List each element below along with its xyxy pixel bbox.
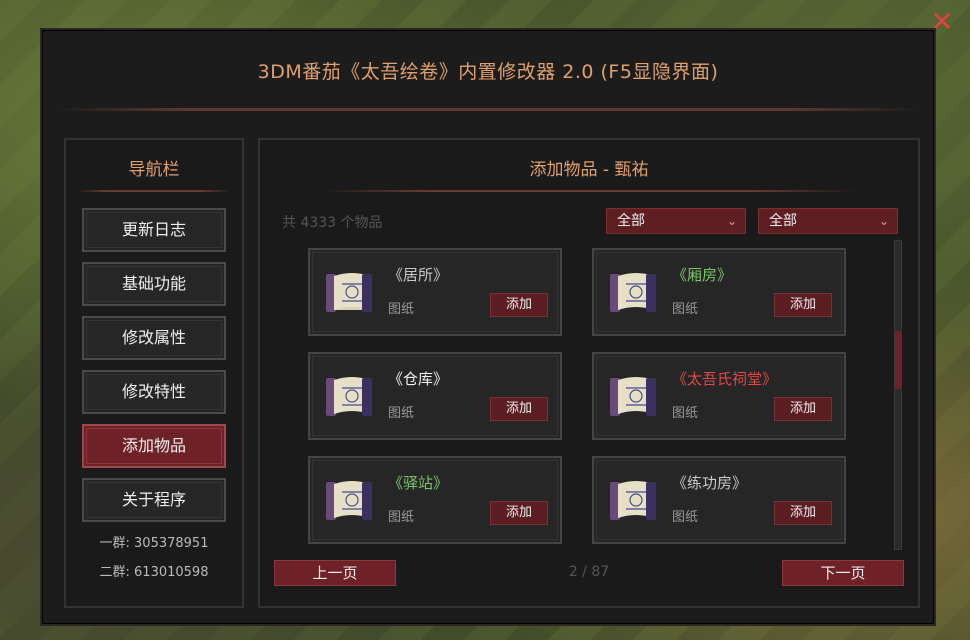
nav-item-basic[interactable]: 基础功能	[82, 262, 226, 306]
filter-toolbar: 共 4333 个物品 全部 ⌄ 全部 ⌄	[282, 208, 900, 234]
item-scrollbar[interactable]	[894, 240, 902, 550]
item-name: 《驿站》	[388, 474, 449, 492]
nav-item-about[interactable]: 关于程序	[82, 478, 226, 522]
item-type: 图纸	[388, 406, 415, 421]
scroll-icon	[610, 273, 656, 312]
add-button[interactable]: 添加	[490, 293, 548, 317]
main-divider	[320, 190, 858, 192]
main-panel: 添加物品 - 甄祐 共 4333 个物品 全部 ⌄ 全部 ⌄ 《居所》 图纸 添…	[258, 138, 920, 608]
item-card: 《厢房》 图纸 添加	[592, 248, 846, 336]
item-name: 《仓库》	[388, 370, 449, 388]
nav-item-add-items[interactable]: 添加物品	[82, 424, 226, 468]
scroll-icon	[610, 377, 656, 416]
next-page-button[interactable]: 下一页	[782, 560, 904, 586]
chevron-down-icon: ⌄	[726, 214, 737, 228]
nav-item-traits[interactable]: 修改特性	[82, 370, 226, 414]
group-1-text: 一群: 305378951	[99, 536, 209, 551]
nav-item-attributes[interactable]: 修改属性	[82, 316, 226, 360]
item-type: 图纸	[672, 510, 699, 525]
item-type: 图纸	[388, 510, 415, 525]
nav-panel: 导航栏 更新日志 基础功能 修改属性 修改特性 添加物品 关于程序 一群: 30…	[64, 138, 244, 608]
item-card: 《仓库》 图纸 添加	[308, 352, 562, 440]
filter-2-value: 全部	[769, 213, 797, 229]
item-card: 《太吾氏祠堂》 图纸 添加	[592, 352, 846, 440]
item-type: 图纸	[672, 406, 699, 421]
scroll-icon	[326, 273, 372, 312]
scroll-icon	[326, 481, 372, 520]
scrollbar-thumb[interactable]	[895, 331, 901, 389]
pagination: 上一页 2 / 87 下一页	[274, 560, 904, 588]
item-name: 《居所》	[388, 266, 449, 284]
item-name: 《厢房》	[672, 266, 733, 284]
main-title: 添加物品 - 甄祐	[529, 160, 649, 180]
add-button[interactable]: 添加	[774, 397, 832, 421]
scroll-icon	[326, 377, 372, 416]
group-2-text: 二群: 613010598	[99, 565, 209, 580]
item-type: 图纸	[388, 302, 415, 317]
item-card: 《居所》 图纸 添加	[308, 248, 562, 336]
item-count: 共 4333 个物品	[282, 215, 383, 231]
filter-select-2[interactable]: 全部 ⌄	[758, 208, 898, 234]
window-title: 3DM番茄《太吾绘卷》内置修改器 2.0 (F5显隐界面)	[257, 60, 719, 83]
scroll-icon	[610, 481, 656, 520]
item-name: 《太吾氏祠堂》	[672, 370, 778, 388]
nav-item-changelog[interactable]: 更新日志	[82, 208, 226, 252]
chevron-down-icon: ⌄	[878, 214, 889, 228]
add-button[interactable]: 添加	[774, 501, 832, 525]
item-name: 《练功房》	[672, 474, 748, 492]
filter-select-1[interactable]: 全部 ⌄	[606, 208, 746, 234]
add-button[interactable]: 添加	[490, 501, 548, 525]
item-type: 图纸	[672, 302, 699, 317]
filter-1-value: 全部	[617, 213, 645, 229]
nav-title: 导航栏	[128, 160, 180, 180]
nav-list: 更新日志 基础功能 修改属性 修改特性 添加物品 关于程序	[66, 192, 242, 522]
title-divider	[56, 108, 920, 111]
item-card: 《练功房》 图纸 添加	[592, 456, 846, 544]
add-button[interactable]: 添加	[490, 397, 548, 421]
modifier-window: 3DM番茄《太吾绘卷》内置修改器 2.0 (F5显隐界面) 导航栏 更新日志 基…	[40, 28, 936, 626]
item-card: 《驿站》 图纸 添加	[308, 456, 562, 544]
title-bar: 3DM番茄《太吾绘卷》内置修改器 2.0 (F5显隐界面)	[42, 30, 934, 110]
add-button[interactable]: 添加	[774, 293, 832, 317]
